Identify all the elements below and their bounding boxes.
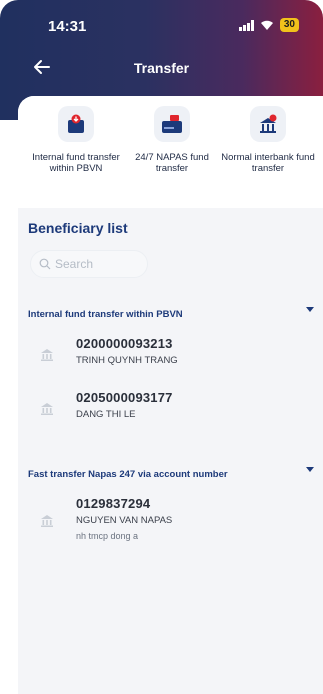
status-time: 14:31 — [48, 18, 87, 35]
beneficiary-item[interactable]: 0129837294 NGUYEN VAN NAPAS nh tmcp dong… — [28, 496, 314, 556]
page-title: Transfer — [133, 60, 190, 76]
account-name: TRINH QUYNH TRANG — [76, 355, 178, 366]
option-interbank-transfer-label: Normal interbank fund transfer — [221, 152, 315, 174]
beneficiary-item[interactable]: 0200000093213 TRINH QUYNH TRANG — [28, 336, 314, 386]
bank-name: nh tmcp dong a — [76, 531, 139, 541]
napas-card-icon — [154, 106, 190, 142]
account-number: 0200000093213 — [76, 336, 173, 351]
group-title: Internal fund transfer within PBVN — [28, 309, 183, 320]
signal-icon — [238, 19, 254, 31]
bank-building-icon — [250, 106, 286, 142]
internal-transfer-icon — [58, 106, 94, 142]
content-sheet: Internal fund transfer within PBVN 24/7 … — [18, 96, 323, 694]
chevron-down-icon — [306, 467, 314, 472]
option-internal-transfer[interactable]: Internal fund transfer within PBVN — [28, 106, 124, 174]
account-number: 0129837294 — [76, 496, 151, 511]
transfer-options: Internal fund transfer within PBVN 24/7 … — [18, 96, 323, 206]
group-napas-transfer[interactable]: Fast transfer Napas 247 via account numb… — [28, 464, 314, 480]
group-internal-transfer[interactable]: Internal fund transfer within PBVN — [28, 304, 314, 320]
option-napas-transfer-label: 24/7 NAPAS fund transfer — [135, 152, 209, 174]
option-napas-transfer[interactable]: 24/7 NAPAS fund transfer — [124, 106, 220, 174]
account-number: 0205000093177 — [76, 390, 173, 405]
group-title: Fast transfer Napas 247 via account numb… — [28, 469, 228, 480]
option-internal-transfer-label: Internal fund transfer within PBVN — [32, 152, 120, 174]
beneficiary-section: Beneficiary list Search Internal fund tr… — [18, 208, 323, 694]
nav-bar: Transfer — [0, 54, 323, 82]
battery-indicator: 30 — [279, 18, 299, 32]
beneficiary-item[interactable]: 0205000093177 DANG THI LE — [28, 390, 314, 440]
beneficiary-list-title: Beneficiary list — [28, 220, 128, 236]
wifi-icon — [260, 20, 273, 30]
status-bar: 14:31 30 — [0, 12, 323, 36]
account-name: DANG THI LE — [76, 409, 136, 420]
account-name: NGUYEN VAN NAPAS — [76, 515, 173, 526]
search-icon — [39, 258, 51, 270]
option-interbank-transfer[interactable]: Normal interbank fund transfer — [220, 106, 316, 174]
status-icons: 30 — [238, 18, 299, 32]
chevron-down-icon — [306, 307, 314, 312]
bank-icon — [41, 349, 53, 361]
search-input[interactable]: Search — [30, 250, 148, 278]
bank-icon — [41, 515, 53, 527]
search-placeholder: Search — [55, 257, 94, 271]
bank-icon — [41, 403, 53, 415]
